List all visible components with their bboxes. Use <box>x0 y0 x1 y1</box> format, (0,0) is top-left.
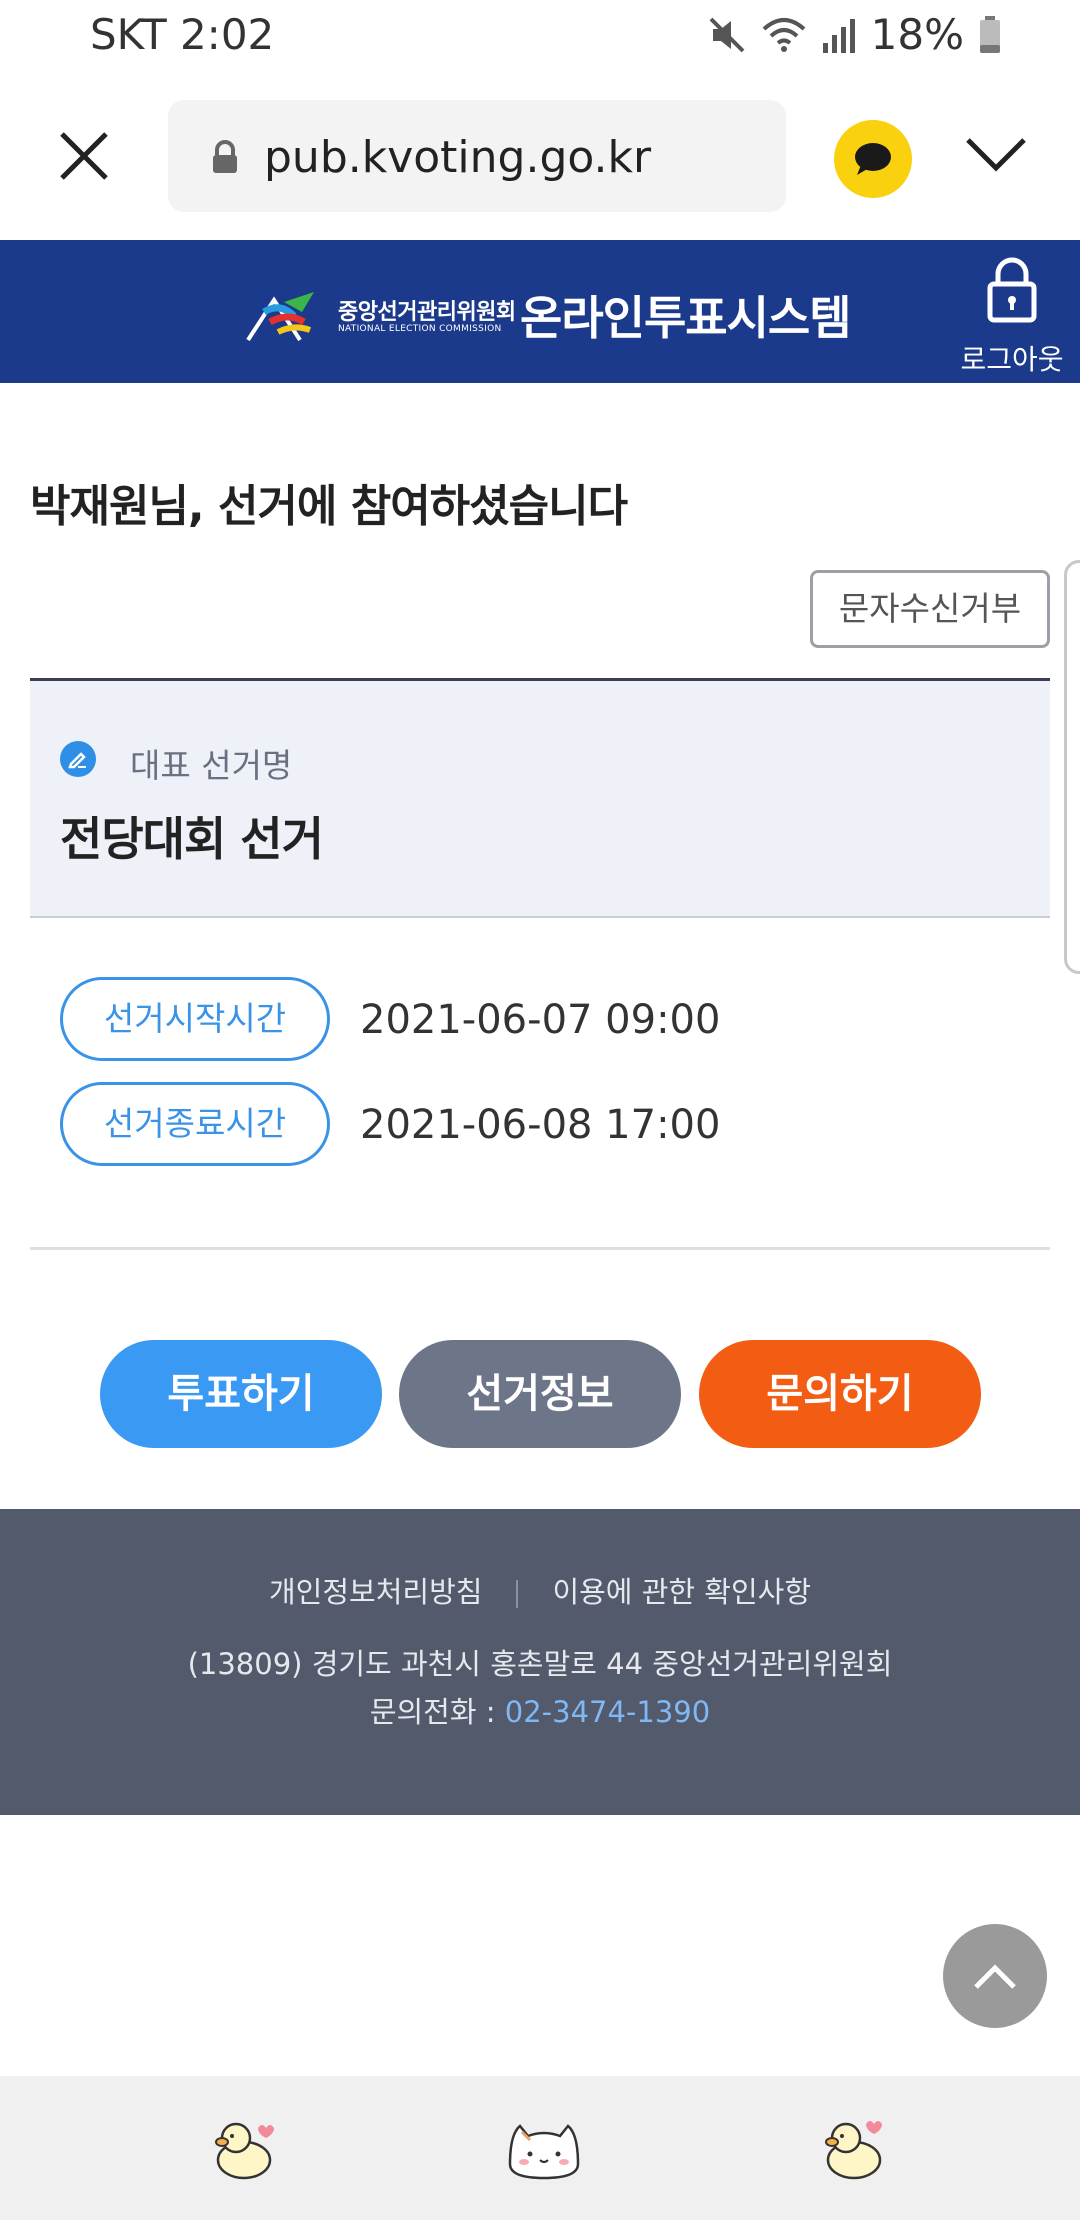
footer-phone: 문의전화 : 02-3474-1390 <box>0 1689 1080 1731</box>
system-title: 온라인투표시스템 <box>520 291 852 345</box>
pen-icon <box>60 741 96 777</box>
terms-link[interactable]: 이용에 관한 확인사항 <box>552 1575 811 1609</box>
status-icons: 18% <box>707 10 1002 59</box>
lock-icon <box>210 140 240 178</box>
divider <box>30 1247 1050 1250</box>
unlock-icon <box>987 257 1037 323</box>
footer-separator <box>516 1580 519 1608</box>
scroll-top-button[interactable] <box>943 1924 1047 2028</box>
end-time-value: 2021-06-08 17:00 <box>360 1102 721 1148</box>
expand-menu-button[interactable] <box>964 132 1028 180</box>
chevron-up-icon <box>974 1964 1016 1989</box>
sticker-bar <box>0 2076 1080 2220</box>
election-info-button[interactable]: 선거정보 <box>399 1340 681 1448</box>
browser-toolbar: pub.kvoting.go.kr <box>0 72 1080 240</box>
org-name-en: NATIONAL ELECTION COMMISSION <box>338 324 502 334</box>
mute-icon <box>707 15 747 55</box>
nec-logo-icon <box>246 292 314 342</box>
chat-bubble-icon <box>855 143 891 175</box>
election-info-box: 대표 선거명 전당대회 선거 <box>30 678 1050 918</box>
privacy-policy-link[interactable]: 개인정보처리방침 <box>269 1575 482 1609</box>
start-time-label: 선거시작시간 <box>60 977 330 1061</box>
phone-label: 문의전화 : <box>369 1695 496 1729</box>
chevron-down-icon <box>966 138 1026 172</box>
footer: 개인정보처리방침 이용에 관한 확인사항 (13809) 경기도 과천시 홍촌말로… <box>0 1509 1080 1815</box>
battery-icon <box>978 15 1002 55</box>
vote-button[interactable]: 투표하기 <box>100 1340 382 1448</box>
logout-button[interactable]: 로그아웃 <box>950 254 1074 376</box>
site-header: 중앙선거관리위원회 NATIONAL ELECTION COMMISSION 온… <box>0 240 1080 383</box>
start-time-value: 2021-06-07 09:00 <box>360 997 721 1043</box>
duck-sticker-icon-2[interactable] <box>816 2114 888 2184</box>
footer-links: 개인정보처리방침 이용에 관한 확인사항 <box>0 1569 1080 1611</box>
close-icon <box>60 132 108 180</box>
election-label: 대표 선거명 <box>130 746 293 785</box>
end-time-label: 선거종료시간 <box>60 1082 330 1166</box>
close-button[interactable] <box>52 124 116 188</box>
kakao-talk-button[interactable] <box>834 120 912 198</box>
org-name-kr: 중앙선거관리위원회 <box>338 300 516 325</box>
status-bar: SKT 2:02 18% <box>0 0 1080 72</box>
inquiry-button[interactable]: 문의하기 <box>699 1340 981 1448</box>
duck-sticker-icon[interactable] <box>206 2114 278 2184</box>
battery-percent: 18% <box>870 10 964 59</box>
url-text: pub.kvoting.go.kr <box>264 132 652 183</box>
footer-address: (13809) 경기도 과천시 홍촌말로 44 중앙선거관리위원회 <box>187 1647 893 1681</box>
phone-number-link[interactable]: 02-3474-1390 <box>505 1695 710 1729</box>
sms-reject-button[interactable]: 문자수신거부 <box>810 570 1050 648</box>
welcome-message: 박재원님, 선거에 참여하셨습니다 <box>30 481 628 532</box>
election-name: 전당대회 선거 <box>60 812 324 866</box>
address-bar[interactable]: pub.kvoting.go.kr <box>168 100 786 212</box>
side-scroll-handle[interactable] <box>1064 560 1080 974</box>
logout-label: 로그아웃 <box>960 343 1064 376</box>
wifi-icon <box>761 15 807 55</box>
cat-sticker-icon[interactable] <box>504 2114 584 2184</box>
signal-icon <box>821 15 857 55</box>
carrier-time: SKT 2:02 <box>90 10 275 59</box>
